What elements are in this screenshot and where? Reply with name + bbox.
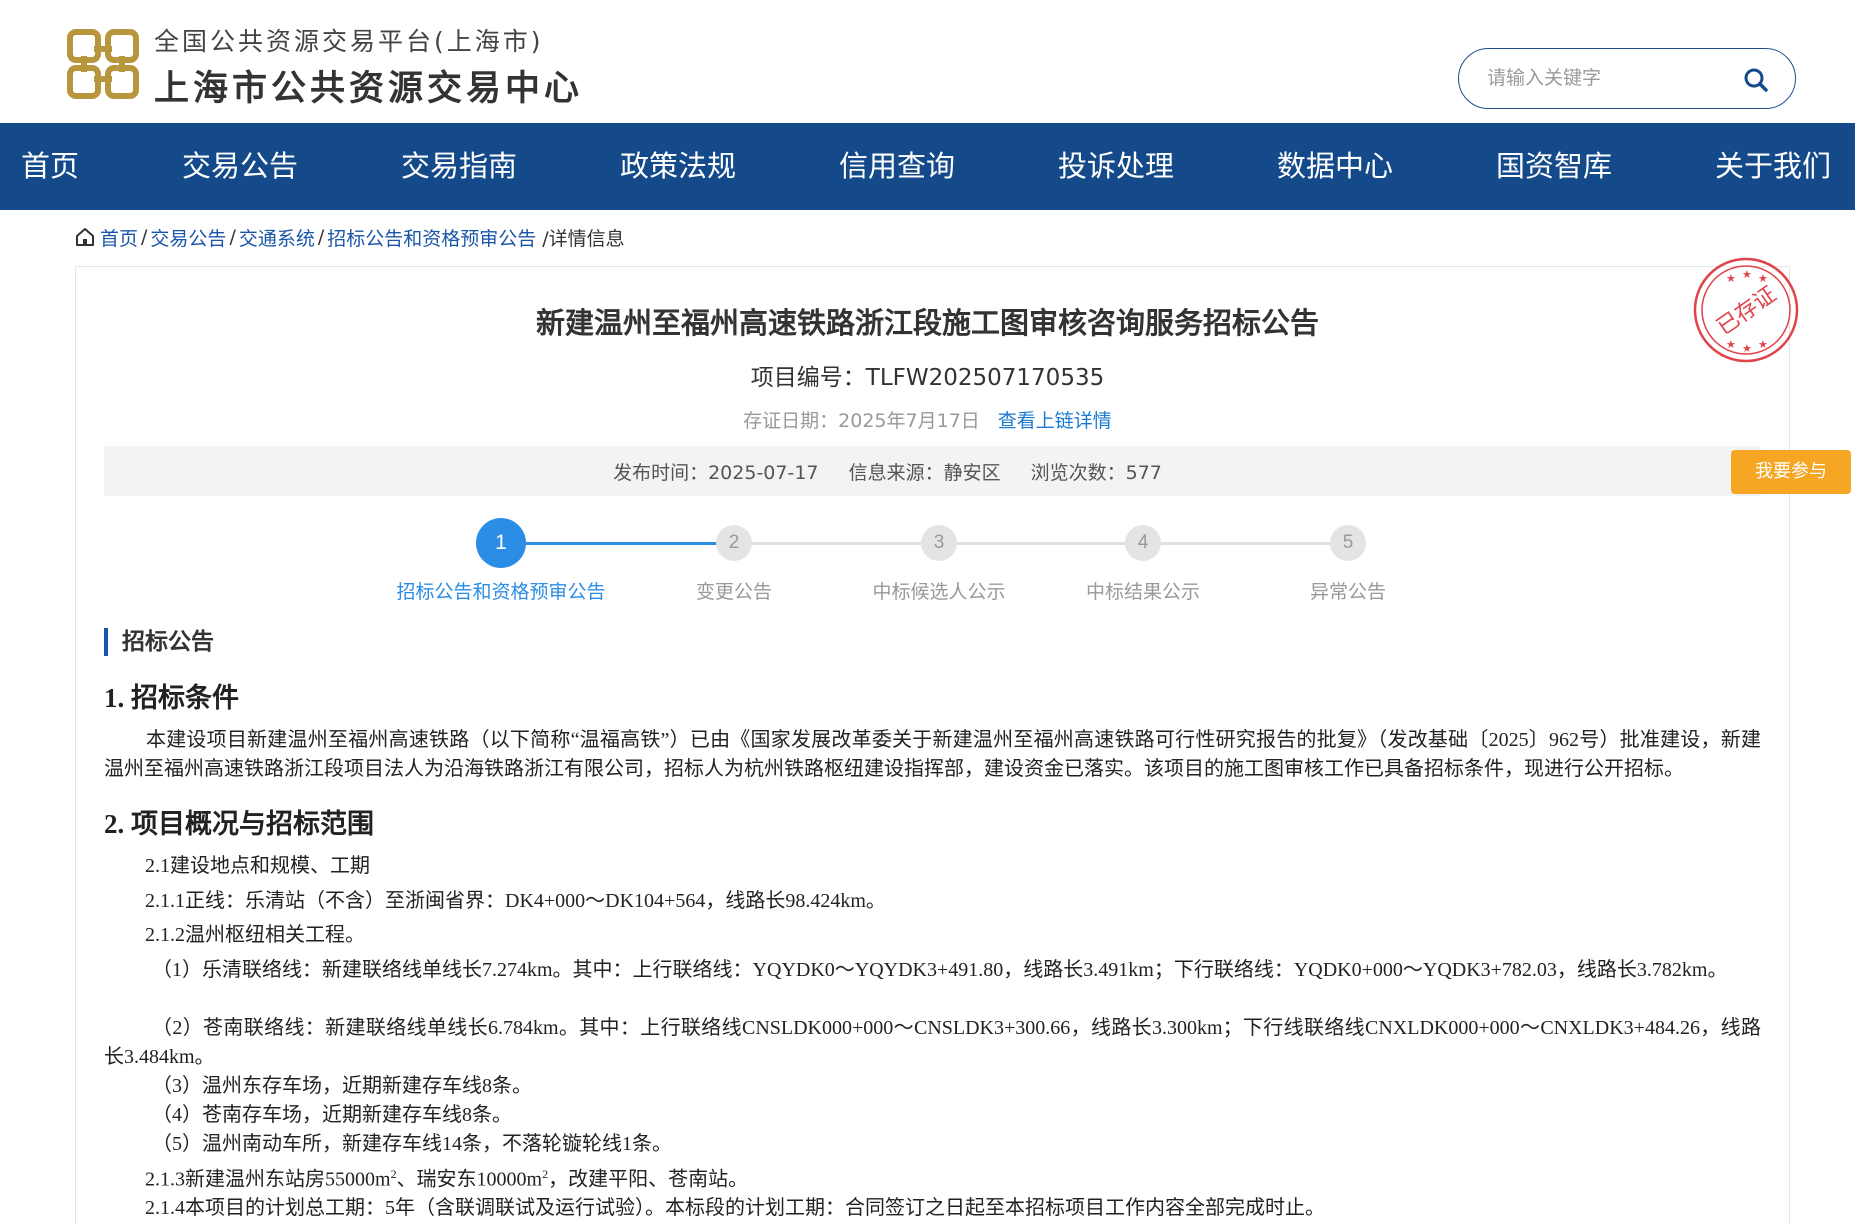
join-button[interactable]: 我要参与 bbox=[1731, 450, 1851, 494]
nav-credit[interactable]: 信用查询 bbox=[839, 123, 955, 210]
platform-title[interactable]: 上海市公共资源交易中心 bbox=[154, 60, 583, 111]
nav-complaint[interactable]: 投诉处理 bbox=[1058, 123, 1174, 210]
item-link-leqing: （1）乐清联络线：新建联络线单线长7.274km。其中：上行联络线：YQYDK0… bbox=[152, 959, 1728, 981]
item-2-1-1: 2.1.1正线：乐清站（不含）至浙闽省界：DK4+000～DK104+564，线… bbox=[145, 890, 886, 912]
stamp-text: 已存证 bbox=[1713, 282, 1781, 340]
nav-trade-notice[interactable]: 交易公告 bbox=[182, 123, 298, 210]
chain-detail-link[interactable]: 查看上链详情 bbox=[998, 410, 1112, 432]
breadcrumb-traffic[interactable]: 交通系统 bbox=[239, 224, 315, 251]
step-2-label[interactable]: 变更公告 bbox=[644, 578, 824, 607]
step-5-circle[interactable]: 5 bbox=[1330, 525, 1366, 561]
step-1-circle[interactable]: 1 bbox=[476, 518, 526, 568]
paragraph-conditions: 本建设项目新建温州至福州高速铁路（以下简称“温福高铁”）已由《国家发展改革委关于… bbox=[104, 729, 1761, 780]
item-cangnan-yard: （4）苍南存车场，近期新建存车线8条。 bbox=[152, 1104, 512, 1126]
svg-text:★: ★ bbox=[1742, 268, 1752, 281]
step-3-label[interactable]: 中标候选人公示 bbox=[849, 578, 1029, 607]
search-icon[interactable] bbox=[1743, 67, 1769, 93]
item-2-1-4: 2.1.4本项目的计划总工期：5年（含联调联试及运行试验）。本标段的计划工期：合… bbox=[145, 1197, 1325, 1219]
cert-date: 存证日期：2025年7月17日 bbox=[743, 410, 980, 432]
step-line-1 bbox=[500, 542, 718, 545]
heading-project-overview: 2. 项目概况与招标范围 bbox=[104, 809, 374, 839]
logo-icon[interactable] bbox=[66, 28, 140, 100]
notice-title: 新建温州至福州高速铁路浙江段施工图审核咨询服务招标公告 bbox=[535, 306, 1319, 340]
project-number-label: 项目编号： bbox=[750, 365, 866, 391]
step-line-rest bbox=[718, 542, 1338, 545]
breadcrumb: 首页 / 交易公告 / 交通系统 / 招标公告和资格预审公告 /详情信息 bbox=[74, 224, 625, 250]
step-1-label[interactable]: 招标公告和资格预审公告 bbox=[395, 578, 607, 607]
home-icon bbox=[76, 228, 94, 246]
step-3-circle[interactable]: 3 bbox=[921, 525, 957, 561]
breadcrumb-trade-notice[interactable]: 交易公告 bbox=[150, 224, 226, 251]
nav-policy[interactable]: 政策法规 bbox=[620, 123, 736, 210]
cert-line: 存证日期：2025年7月17日 查看上链详情 bbox=[0, 406, 1855, 433]
item-wenzhou-east: （3）温州东存车场，近期新建存车线8条。 bbox=[152, 1075, 532, 1097]
item-wenzhou-south: （5）温州南动车所，新建存车线14条，不落轮镟轮线1条。 bbox=[152, 1133, 672, 1155]
info-text: 发布时间：2025-07-17 信息来源：静安区 浏览次数：577 bbox=[104, 458, 1761, 485]
item-2-1-2: 2.1.2温州枢纽相关工程。 bbox=[145, 924, 365, 946]
certified-stamp: ★ ★ ★ ★ ★ ★ 已存证 bbox=[1693, 257, 1799, 363]
site-header: 全国公共资源交易平台(上海市) 上海市公共资源交易中心 bbox=[0, 0, 1855, 123]
step-5-label[interactable]: 异常公告 bbox=[1258, 578, 1438, 607]
step-4-circle[interactable]: 4 bbox=[1125, 525, 1161, 561]
breadcrumb-current: /详情信息 bbox=[542, 227, 625, 250]
item-2-1-3: 2.1.3新建温州东站房55000m2、瑞安东10000m2，改建平阳、苍南站。 bbox=[145, 1167, 749, 1191]
info-bar: 发布时间：2025-07-17 信息来源：静安区 浏览次数：577 我要参与 bbox=[104, 446, 1851, 496]
project-number-value: TLFW202507170535 bbox=[865, 365, 1105, 391]
info-source: 信息来源：静安区 bbox=[848, 462, 1001, 484]
nav-home[interactable]: 首页 bbox=[21, 123, 79, 210]
search-input[interactable] bbox=[1487, 63, 1737, 93]
breadcrumb-home[interactable]: 首页 bbox=[100, 224, 138, 251]
nav-trade-guide[interactable]: 交易指南 bbox=[401, 123, 517, 210]
step-2-circle[interactable]: 2 bbox=[716, 525, 752, 561]
heading-tender-conditions: 1. 招标条件 bbox=[104, 683, 239, 713]
main-nav: 首页 交易公告 交易指南 政策法规 信用查询 投诉处理 数据中心 国资智库 关于… bbox=[0, 123, 1855, 210]
section-title: 招标公告 bbox=[104, 628, 214, 656]
platform-subtitle: 全国公共资源交易平台(上海市) bbox=[154, 27, 544, 56]
nav-think-tank[interactable]: 国资智库 bbox=[1496, 123, 1612, 210]
project-number: 项目编号：TLFW202507170535 bbox=[0, 358, 1855, 392]
svg-text:★: ★ bbox=[1742, 342, 1752, 355]
svg-text:★: ★ bbox=[1758, 338, 1768, 351]
step-4-label[interactable]: 中标结果公示 bbox=[1053, 578, 1233, 607]
nav-data-center[interactable]: 数据中心 bbox=[1277, 123, 1393, 210]
item-2-1: 2.1建设地点和规模、工期 bbox=[145, 855, 370, 877]
svg-text:★: ★ bbox=[1726, 272, 1736, 285]
item-link-cangnan: （2）苍南联络线：新建联络线单线长6.784km。其中：上行联络线CNSLDK0… bbox=[104, 1017, 1761, 1068]
breadcrumb-tender-notice[interactable]: 招标公告和资格预审公告 bbox=[327, 224, 536, 251]
publish-time: 发布时间：2025-07-17 bbox=[613, 462, 819, 484]
search-box bbox=[1458, 48, 1796, 109]
view-count: 浏览次数：577 bbox=[1030, 462, 1162, 484]
nav-about[interactable]: 关于我们 bbox=[1715, 123, 1831, 210]
